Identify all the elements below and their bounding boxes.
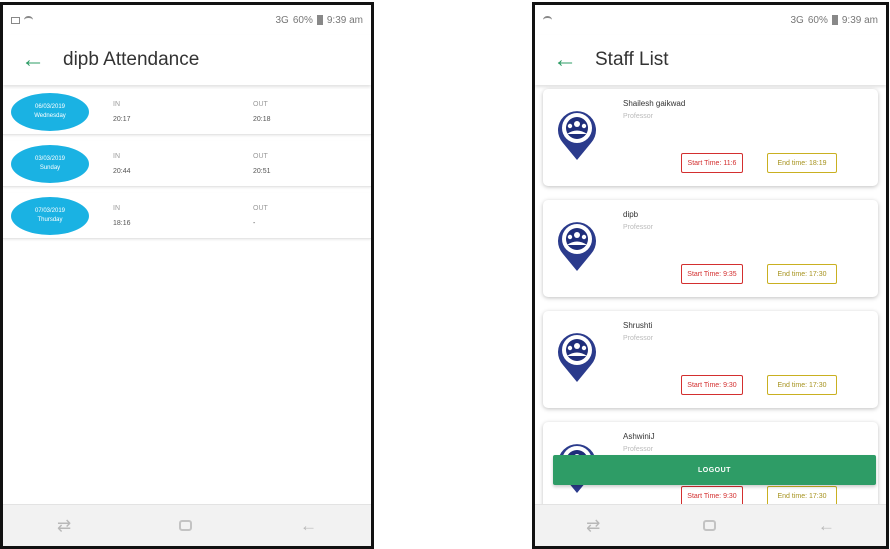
recent-apps-icon[interactable]: ⇄ xyxy=(57,516,71,536)
date-text: 06/03/2019 xyxy=(34,104,66,111)
end-time-badge: End time: 17:30 xyxy=(767,375,837,395)
list-item[interactable]: 07/03/2019 Thursday IN 18:16 OUT - xyxy=(3,193,371,239)
back-nav-icon[interactable]: ← xyxy=(300,516,317,536)
out-time: 20:51 xyxy=(253,167,271,175)
staff-name: Shrushti xyxy=(623,321,653,330)
system-nav-bar: ⇄ ← xyxy=(3,504,371,546)
in-label: IN xyxy=(113,100,120,108)
wifi-icon xyxy=(24,16,33,24)
in-label: IN xyxy=(113,204,120,212)
page-title: dipb Attendance xyxy=(63,49,200,70)
out-time: 20:18 xyxy=(253,115,271,123)
app-bar: ← Staff List xyxy=(535,35,886,85)
end-time-badge: End time: 17:30 xyxy=(767,486,837,506)
back-arrow-icon[interactable]: ← xyxy=(535,48,595,72)
out-label: OUT xyxy=(253,204,268,212)
battery-icon xyxy=(316,15,323,25)
clock: 9:39 am xyxy=(326,14,363,26)
out-label: OUT xyxy=(253,100,268,108)
start-time-badge: Start Time: 9:30 xyxy=(681,486,743,506)
attendance-screen: 3G 60% 9:39 am ← dipb Attendance 06/03/2… xyxy=(0,2,374,549)
out-label: OUT xyxy=(253,152,268,160)
end-time-badge: End time: 18:19 xyxy=(767,153,837,173)
date-text: 07/03/2019 xyxy=(34,208,66,215)
staff-role: Professor xyxy=(623,224,653,231)
staff-card[interactable]: Shailesh gaikwad Professor Start Time: 1… xyxy=(543,89,878,186)
network-label: 3G xyxy=(275,14,289,26)
network-label: 3G xyxy=(790,14,804,26)
back-arrow-icon[interactable]: ← xyxy=(3,48,63,72)
in-time: 20:44 xyxy=(113,167,131,175)
in-label: IN xyxy=(113,152,120,160)
battery-label: 60% xyxy=(807,14,828,26)
staff-role: Professor xyxy=(623,446,653,453)
clock: 9:39 am xyxy=(841,14,878,26)
staff-list-screen: 3G 60% 9:39 am ← Staff List Shailesh gai… xyxy=(532,2,889,549)
staff-location-icon xyxy=(558,222,596,271)
status-bar: 3G 60% 9:39 am xyxy=(3,5,371,35)
list-item[interactable]: 03/03/2019 Sunday IN 20:44 OUT 20:51 xyxy=(3,141,371,187)
battery-label: 60% xyxy=(292,14,313,26)
status-bar: 3G 60% 9:39 am xyxy=(535,5,886,35)
end-time-badge: End time: 17:30 xyxy=(767,264,837,284)
recent-apps-icon[interactable]: ⇄ xyxy=(586,516,600,536)
staff-role: Professor xyxy=(623,113,653,120)
system-nav-bar: ⇄ ← xyxy=(535,504,886,546)
back-nav-icon[interactable]: ← xyxy=(818,516,835,536)
date-badge: 03/03/2019 Sunday xyxy=(11,144,89,183)
date-text: 03/03/2019 xyxy=(34,156,66,163)
day-text: Thursday xyxy=(37,216,63,223)
notification-icon xyxy=(11,16,20,24)
date-badge: 06/03/2019 Wednesday xyxy=(11,92,89,131)
start-time-badge: Start Time: 9:30 xyxy=(681,375,743,395)
battery-icon xyxy=(831,15,838,25)
page-title: Staff List xyxy=(595,49,669,70)
app-bar: ← dipb Attendance xyxy=(3,35,371,85)
in-time: 18:16 xyxy=(113,219,131,227)
wifi-icon xyxy=(543,16,552,24)
start-time-badge: Start Time: 11:6 xyxy=(681,153,743,173)
date-badge: 07/03/2019 Thursday xyxy=(11,196,89,235)
staff-name: Shailesh gaikwad xyxy=(623,99,686,108)
list-item[interactable]: 06/03/2019 Wednesday IN 20:17 OUT 20:18 xyxy=(3,89,371,135)
staff-name: AshwiniJ xyxy=(623,432,655,441)
staff-name: dipb xyxy=(623,210,639,219)
staff-role: Professor xyxy=(623,335,653,342)
in-time: 20:17 xyxy=(113,115,131,123)
day-text: Sunday xyxy=(39,164,61,171)
logout-button[interactable]: LOGOUT xyxy=(553,455,876,485)
attendance-list: 06/03/2019 Wednesday IN 20:17 OUT 20:18 … xyxy=(3,89,371,245)
start-time-badge: Start Time: 9:35 xyxy=(681,264,743,284)
staff-location-icon xyxy=(558,333,596,382)
staff-card[interactable]: dipb Professor Start Time: 9:35 End time… xyxy=(543,200,878,297)
home-icon[interactable] xyxy=(179,520,193,531)
staff-location-icon xyxy=(558,111,596,160)
out-time: - xyxy=(253,219,256,227)
day-text: Wednesday xyxy=(34,112,66,119)
staff-card[interactable]: Shrushti Professor Start Time: 9:30 End … xyxy=(543,311,878,408)
home-icon[interactable] xyxy=(702,520,716,531)
